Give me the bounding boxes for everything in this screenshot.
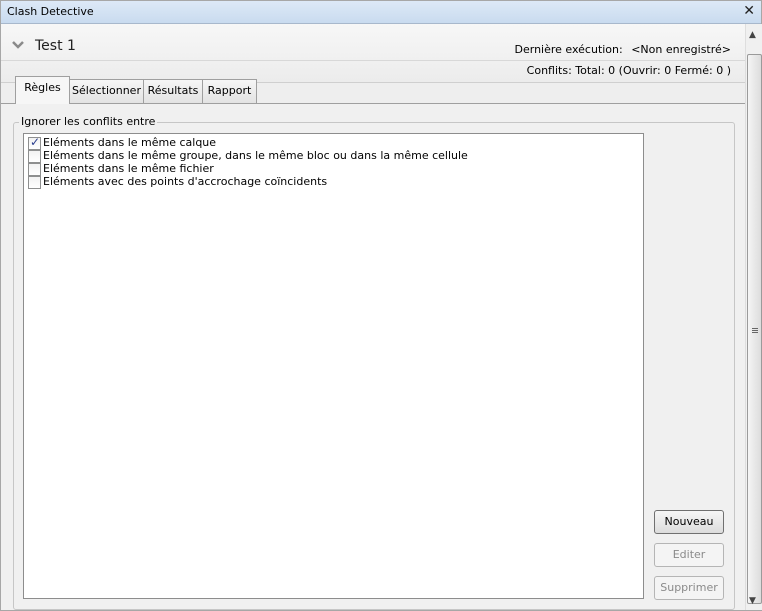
vertical-scrollbar[interactable]: ▲ ▼ — [745, 24, 762, 610]
test-header: Test 1 Dernière exécution: <Non enregist… — [1, 24, 745, 83]
tab-label: Résultats — [147, 84, 199, 97]
group-label: Ignorer les conflits entre — [19, 115, 158, 128]
last-run-status: Dernière exécution: <Non enregistré> — [515, 43, 732, 56]
conflicts-summary: Conflits: Total: 0 (Ouvrir: 0 Fermé: 0 ) — [526, 64, 731, 77]
grip-icon — [752, 328, 758, 329]
tab-resultats[interactable]: Résultats — [143, 79, 203, 103]
rule-label: Eléments dans le même groupe, dans le mê… — [43, 149, 468, 162]
last-run-value: <Non enregistré> — [631, 43, 731, 56]
new-button[interactable]: Nouveau — [654, 510, 724, 534]
rules-list[interactable]: ✓ Eléments dans le même calque Eléments … — [23, 133, 644, 599]
last-run-label: Dernière exécution: — [514, 43, 623, 56]
tab-rapport[interactable]: Rapport — [202, 79, 257, 103]
scroll-thumb[interactable] — [747, 54, 762, 604]
scroll-up-icon[interactable]: ▲ — [749, 30, 756, 40]
rule-label: Eléments dans le même calque — [43, 136, 217, 149]
rule-label: Eléments avec des points d'accrochage co… — [43, 175, 328, 188]
rules-panel: Ignorer les conflits entre ✓ Eléments da… — [1, 104, 745, 610]
checkbox[interactable] — [28, 176, 41, 189]
chevron-down-icon[interactable] — [11, 39, 25, 51]
window-title: Clash Detective — [7, 5, 94, 18]
edit-button[interactable]: Editer — [654, 543, 724, 567]
title-bar: Clash Detective ✕ — [1, 1, 761, 24]
tab-label: Règles — [24, 81, 61, 94]
scroll-down-icon[interactable]: ▼ — [749, 596, 756, 606]
checkmark-icon: ✓ — [30, 135, 41, 149]
tab-regles[interactable]: Règles — [15, 76, 70, 104]
test-name: Test 1 — [35, 38, 76, 54]
checkbox[interactable] — [28, 150, 41, 163]
checkbox[interactable]: ✓ — [28, 135, 41, 150]
content-area: Test 1 Dernière exécution: <Non enregist… — [1, 24, 745, 610]
close-icon[interactable]: ✕ — [743, 3, 755, 19]
delete-button[interactable]: Supprimer — [654, 576, 724, 600]
checkbox[interactable] — [28, 163, 41, 176]
tab-label: Rapport — [207, 84, 252, 97]
tab-label: Sélectionner — [72, 84, 141, 97]
clash-detective-window: Clash Detective ✕ Test 1 Dernière exécut… — [0, 0, 762, 611]
header-divider — [1, 60, 745, 61]
tab-selectionner[interactable]: Sélectionner — [69, 79, 144, 103]
rule-label: Eléments dans le même fichier — [43, 162, 214, 175]
